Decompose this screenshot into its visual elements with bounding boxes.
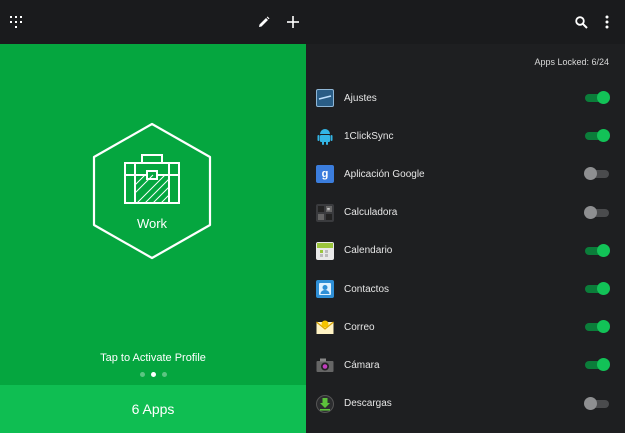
apps-count-button[interactable]: 6 Apps (0, 385, 306, 433)
android-icon (316, 127, 334, 146)
pencil-icon[interactable] (250, 8, 278, 36)
app-row-aplicacion-google[interactable]: g Aplicación Google (306, 155, 625, 193)
lock-toggle[interactable] (584, 396, 609, 410)
app-row-calendario[interactable]: Calendario (306, 232, 625, 270)
apps-locked-count: Apps Locked: 6/24 (534, 57, 609, 67)
download-icon (316, 394, 334, 413)
mail-icon (316, 318, 334, 336)
calendar-icon (316, 241, 334, 260)
lock-toggle[interactable] (585, 282, 610, 296)
lock-toggle[interactable] (584, 167, 609, 181)
app-name: Ajustes (344, 92, 377, 104)
grid-icon[interactable] (2, 8, 30, 36)
profile-name: Work (136, 216, 168, 231)
app-name: Correo (344, 321, 375, 333)
app-row-contactos[interactable]: Contactos (306, 270, 625, 308)
briefcase-icon (124, 154, 180, 204)
profile-panel: Work Tap to Activate Profile 6 Apps (0, 44, 306, 433)
page-indicator (0, 372, 306, 377)
app-name: 1ClickSync (344, 130, 394, 142)
camera-icon (316, 356, 334, 374)
app-row-camara[interactable]: Cámara (306, 346, 625, 384)
app-row-correo[interactable]: Correo (306, 308, 625, 346)
google-icon: g (316, 165, 334, 184)
app-row-1clicksync[interactable]: 1ClickSync (306, 117, 625, 155)
app-row-ajustes[interactable]: Ajustes (306, 79, 625, 117)
top-app-bar (0, 0, 625, 44)
more-vert-icon[interactable] (593, 8, 621, 36)
app-name: Calculadora (344, 207, 398, 219)
lock-toggle[interactable] (584, 205, 609, 219)
app-row-descargas[interactable]: Descargas (306, 385, 625, 423)
page-dot[interactable] (139, 372, 145, 377)
search-icon[interactable] (567, 8, 595, 36)
contacts-icon (316, 280, 334, 299)
lock-toggle[interactable] (585, 91, 610, 105)
app-name: Contactos (344, 283, 390, 295)
activate-hint: Tap to Activate Profile (100, 352, 206, 364)
app-name: Calendario (344, 245, 393, 257)
page-dot[interactable] (161, 372, 167, 377)
lock-toggle[interactable] (585, 243, 610, 257)
page-dot-active[interactable] (150, 372, 156, 377)
app-row-calculadora[interactable]: = Calculadora (306, 194, 625, 232)
app-name: Descargas (344, 398, 392, 410)
app-list-panel: Apps Locked: 6/24 Ajustes 1ClickSync g A… (306, 44, 625, 433)
lock-toggle[interactable] (585, 320, 610, 334)
lock-toggle[interactable] (585, 129, 610, 143)
app-name: Cámara (344, 359, 380, 371)
profile-card[interactable]: Work (90, 121, 214, 261)
plus-icon[interactable] (279, 8, 307, 36)
app-list: Ajustes 1ClickSync g Aplicación Google =… (306, 79, 625, 423)
app-name: Aplicación Google (344, 168, 425, 180)
lock-toggle[interactable] (585, 358, 610, 372)
calculator-icon: = (316, 203, 334, 222)
settings-icon (316, 89, 334, 108)
svg-text:=: = (327, 207, 330, 213)
